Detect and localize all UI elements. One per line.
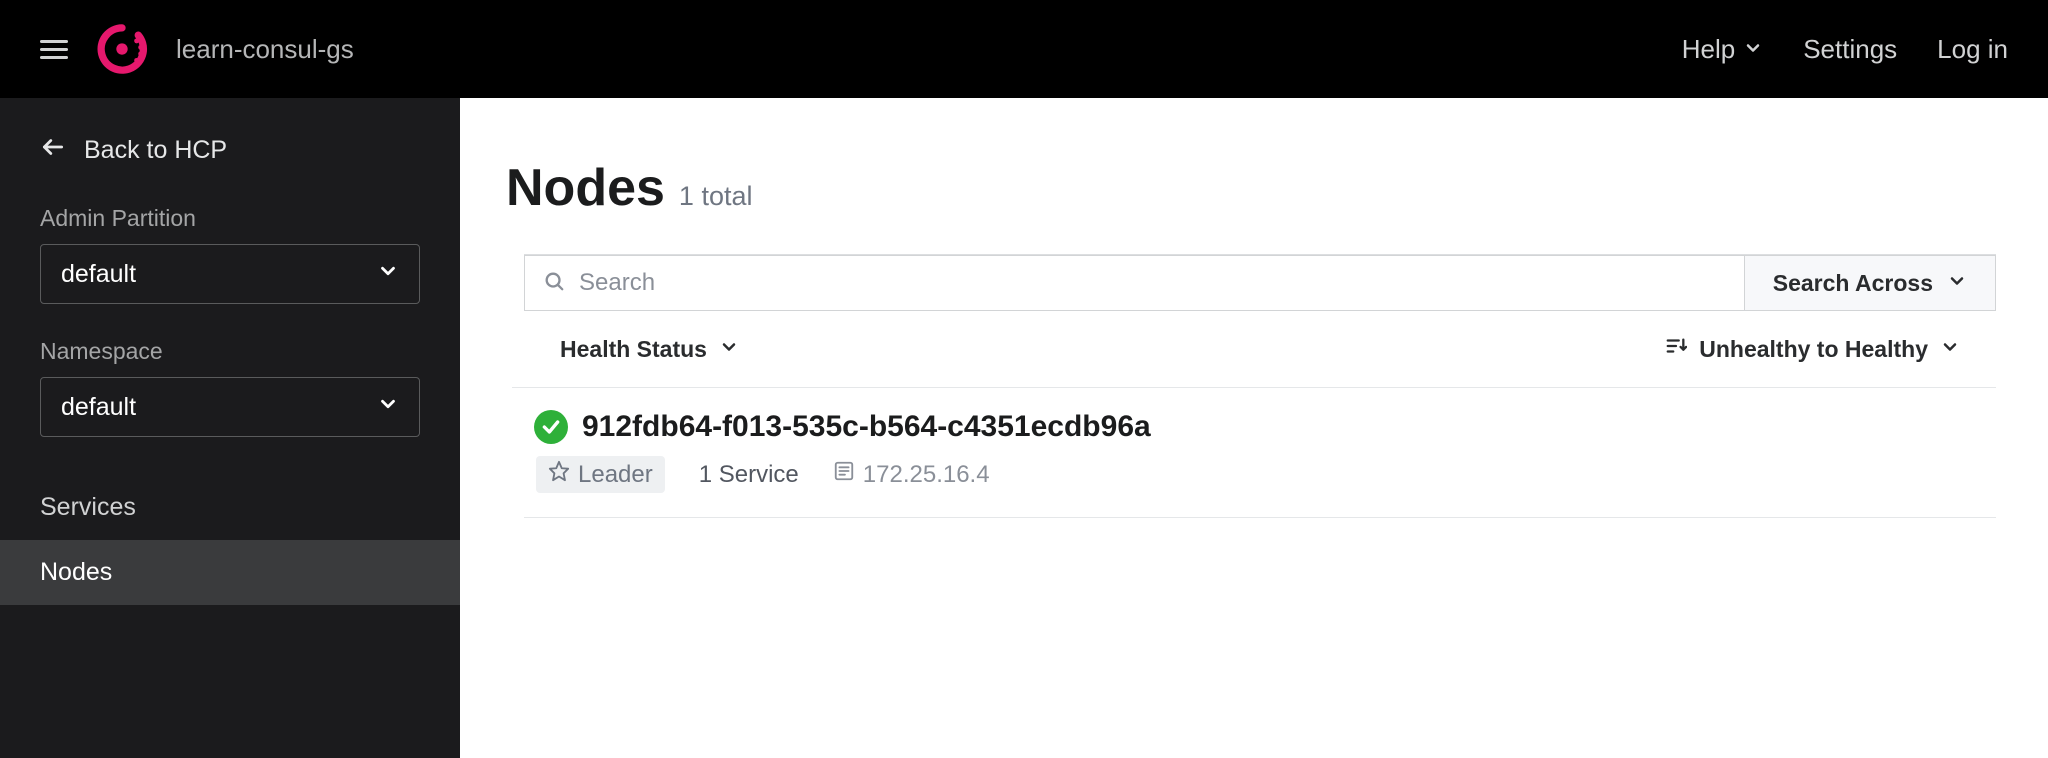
- menu-icon[interactable]: [40, 34, 68, 65]
- back-label: Back to HCP: [84, 136, 227, 165]
- back-to-hcp-link[interactable]: Back to HCP: [0, 126, 460, 195]
- admin-partition-select[interactable]: default: [40, 244, 420, 304]
- top-bar-right: Help Settings Log in: [1682, 34, 2008, 65]
- sidebar: Back to HCP Admin Partition default Name…: [0, 98, 460, 758]
- chevron-down-icon: [1940, 336, 1960, 363]
- star-icon: [548, 460, 570, 489]
- sort-dropdown[interactable]: Unhealthy to Healthy: [1665, 335, 1960, 363]
- node-row-header: 912fdb64-f013-535c-b564-c4351ecdb96a: [534, 410, 1986, 444]
- admin-partition-value: default: [61, 260, 136, 289]
- search-input[interactable]: [579, 269, 1726, 297]
- login-link[interactable]: Log in: [1937, 34, 2008, 65]
- search-icon: [543, 270, 565, 297]
- namespace-label: Namespace: [0, 328, 460, 377]
- help-label: Help: [1682, 34, 1735, 65]
- namespace-value: default: [61, 393, 136, 422]
- help-dropdown[interactable]: Help: [1682, 34, 1763, 65]
- health-status-filter[interactable]: Health Status: [560, 336, 739, 363]
- node-ip: 172.25.16.4: [863, 461, 990, 489]
- health-status-label: Health Status: [560, 336, 707, 363]
- page-header: Nodes 1 total: [506, 158, 1996, 218]
- arrow-left-icon: [40, 134, 66, 167]
- sort-label: Unhealthy to Healthy: [1699, 336, 1928, 363]
- status-healthy-icon: [534, 410, 568, 444]
- service-count: 1 Service: [699, 461, 799, 489]
- search-toolbar: Search Across: [524, 254, 1996, 311]
- consul-logo-icon[interactable]: [96, 23, 148, 75]
- chevron-down-icon: [1743, 34, 1763, 65]
- settings-link[interactable]: Settings: [1803, 34, 1897, 65]
- chevron-down-icon: [377, 393, 399, 422]
- leader-badge: Leader: [536, 456, 665, 493]
- node-row[interactable]: 912fdb64-f013-535c-b564-c4351ecdb96a Lea…: [524, 388, 1996, 518]
- search-across-label: Search Across: [1773, 270, 1933, 297]
- namespace-select[interactable]: default: [40, 377, 420, 437]
- page-subtitle: 1 total: [679, 181, 753, 212]
- node-name: 912fdb64-f013-535c-b564-c4351ecdb96a: [582, 410, 1151, 444]
- search-wrapper: [524, 255, 1744, 311]
- chevron-down-icon: [719, 336, 739, 363]
- search-across-dropdown[interactable]: Search Across: [1744, 255, 1996, 311]
- top-bar: learn-consul-gs Help Settings Log in: [0, 0, 2048, 98]
- filter-bar: Health Status Unhealthy to Healthy: [512, 311, 1996, 388]
- main-content: Nodes 1 total Search Across Health Statu…: [460, 98, 2048, 758]
- cluster-name[interactable]: learn-consul-gs: [176, 34, 354, 65]
- top-bar-left: learn-consul-gs: [40, 23, 354, 75]
- admin-partition-label: Admin Partition: [0, 195, 460, 244]
- chevron-down-icon: [377, 260, 399, 289]
- sidebar-item-nodes[interactable]: Nodes: [0, 540, 460, 605]
- network-icon: [833, 460, 855, 489]
- page-title: Nodes: [506, 158, 665, 218]
- sort-icon: [1665, 335, 1687, 363]
- node-meta: Leader 1 Service 172.25.16.4: [536, 456, 1986, 493]
- chevron-down-icon: [1947, 270, 1967, 297]
- node-address: 172.25.16.4: [833, 460, 990, 489]
- leader-label: Leader: [578, 461, 653, 489]
- sidebar-item-services[interactable]: Services: [0, 475, 460, 540]
